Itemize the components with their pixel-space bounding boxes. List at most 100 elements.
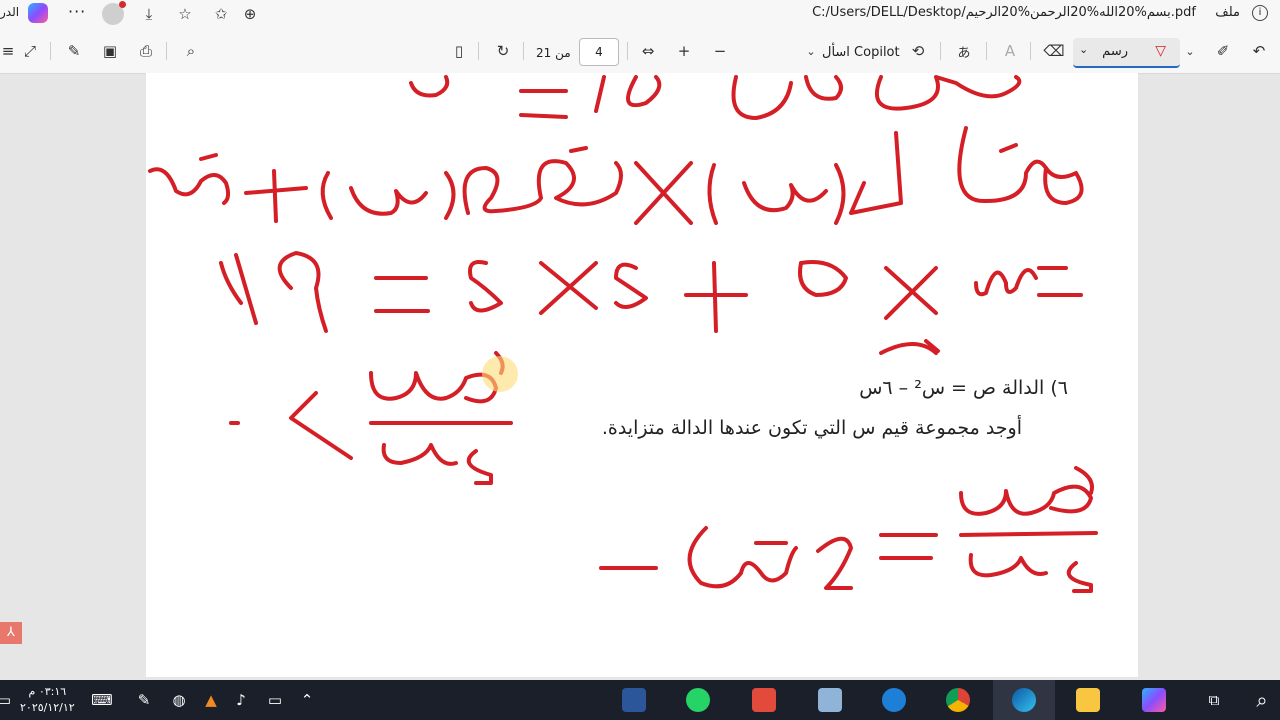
ink-stroke	[687, 526, 798, 589]
clock[interactable]: ٠٣:١٦ م ٢٠٢٥/١٢/١٢	[20, 684, 75, 716]
ink-stroke	[626, 75, 662, 108]
add-favorite-icon[interactable]: ✩	[211, 4, 231, 24]
ink-stroke	[804, 75, 843, 101]
divider	[986, 42, 987, 60]
file-explorer-icon[interactable]	[1076, 688, 1100, 712]
fit-width-icon[interactable]: ⇔	[638, 41, 658, 61]
file-label: ملف	[1215, 5, 1240, 20]
ink-stroke	[244, 169, 308, 223]
chevron-down-icon[interactable]: ⌄	[801, 41, 821, 61]
pdf-page: ٦) الدالة ص = س² – ٦س أوجد مجموعة قيم س …	[146, 73, 1138, 677]
ink-stroke	[444, 171, 456, 220]
ink-stroke	[742, 181, 828, 213]
chevron-down-icon[interactable]: ⌄	[1079, 43, 1088, 56]
chevron-down-icon[interactable]: ⌄	[1180, 41, 1200, 61]
zoom-icon[interactable]: ⊕	[240, 4, 260, 24]
ink-stroke	[148, 153, 231, 205]
ink-stroke	[798, 260, 848, 297]
url-text[interactable]: C:/Users/DELL/Desktop/بسم%20الله%20الرحم…	[812, 5, 1196, 20]
ink-stroke	[539, 261, 598, 315]
word-icon[interactable]	[622, 688, 646, 712]
save-icon[interactable]: ▣	[100, 41, 120, 61]
favorites-icon[interactable]: ☆	[175, 4, 195, 24]
task-view-icon[interactable]: ⧉	[1202, 688, 1226, 712]
ink-stroke	[320, 171, 333, 220]
address-bar: الدر ··· ⤓ ☆ ✩ ⊕ C:/Users/DELL/Desktop/ب…	[0, 0, 1280, 28]
search-icon[interactable]: ⌕	[181, 41, 201, 61]
zoom-in-icon[interactable]: +	[674, 41, 694, 61]
pen-icon[interactable]: ✎	[132, 688, 156, 712]
divider	[940, 42, 941, 60]
ie-icon[interactable]	[882, 688, 906, 712]
page-number-input[interactable]: 4	[579, 38, 619, 66]
download-icon[interactable]: ⤓	[139, 4, 159, 24]
divider	[50, 42, 51, 60]
fullscreen-icon[interactable]: ⤢	[20, 41, 40, 61]
ink-stroke	[684, 261, 748, 333]
question-6-prompt: أوجد مجموعة قيم س التي تكون عندها الدالة…	[601, 417, 1022, 439]
ink-stroke	[731, 75, 793, 120]
ink-stroke	[849, 131, 903, 215]
ink-stroke	[594, 75, 606, 113]
profile-icon[interactable]	[102, 1, 126, 25]
pdf-toolbar: ≡ ⤢ ✎ ▣ ⎙ ⌕ ▯ ↻ من 21 4 ⇔ + − ⌄ اسأل Cop…	[0, 28, 1280, 74]
ink-stroke	[374, 276, 430, 313]
ink-stroke	[957, 126, 1084, 205]
pointer-highlight	[482, 356, 518, 392]
ink-stroke	[816, 536, 853, 590]
notification-icon[interactable]: ▭	[0, 688, 16, 712]
vlc-icon[interactable]: ▲	[199, 688, 223, 712]
edge-icon[interactable]	[1012, 688, 1036, 712]
draw-label: رسم	[1102, 44, 1128, 59]
sidebar-label[interactable]: الدر	[0, 5, 19, 19]
ask-copilot-button[interactable]: اسأل Copilot	[822, 45, 900, 60]
contents-icon[interactable]: ≡	[0, 41, 18, 61]
page-view-icon[interactable]: ▯	[449, 41, 469, 61]
ink-stroke	[219, 253, 258, 325]
ink-stroke	[884, 266, 938, 320]
more-icon[interactable]: ···	[68, 2, 86, 21]
question-6-line: ٦) الدالة ص = س² – ٦س	[859, 377, 1068, 399]
eraser-icon[interactable]: ⌫	[1043, 41, 1064, 61]
ink-stroke	[614, 262, 648, 309]
search-icon[interactable]: ⌕	[1250, 688, 1274, 712]
battery-icon[interactable]: ▭	[263, 688, 287, 712]
rotate-icon[interactable]: ↻	[493, 41, 513, 61]
copilot-icon[interactable]: ⟲	[908, 41, 928, 61]
volume-icon[interactable]: ♪	[229, 688, 253, 712]
ink-stroke	[1037, 266, 1083, 297]
copilot-icon[interactable]	[28, 3, 48, 23]
ink-stroke	[381, 443, 493, 485]
divider	[166, 42, 167, 60]
pdf-app-icon[interactable]: ⅄	[0, 622, 22, 644]
screen-icon[interactable]	[818, 688, 842, 712]
pen-icon: ▽	[1155, 43, 1166, 59]
chevron-up-icon[interactable]: ⌃	[295, 688, 319, 712]
ink-stroke	[519, 89, 568, 119]
copilot-icon[interactable]	[1142, 688, 1166, 712]
ink-stroke	[409, 75, 450, 98]
keyboard-icon[interactable]: ⌨	[90, 688, 114, 712]
ink-stroke	[974, 268, 1038, 297]
globe-icon[interactable]: ◍	[167, 688, 191, 712]
info-icon[interactable]: i	[1252, 5, 1268, 21]
translate-icon[interactable]: あ	[954, 41, 974, 61]
page-count: من 21	[536, 46, 571, 60]
app-icon[interactable]	[752, 688, 776, 712]
ink-stroke	[879, 533, 938, 560]
save-as-icon[interactable]: ✎	[64, 41, 84, 61]
highlight-icon[interactable]: ✐	[1213, 41, 1233, 61]
ink-stroke	[289, 391, 353, 460]
print-icon[interactable]: ⎙	[136, 41, 156, 61]
read-aloud-icon[interactable]: A	[1000, 41, 1020, 61]
ink-stroke	[879, 339, 940, 355]
undo-icon[interactable]: ↶	[1249, 41, 1269, 61]
draw-button[interactable]: ⌄ رسم ▽	[1073, 38, 1180, 68]
date: ٢٠٢٥/١٢/١٢	[20, 701, 75, 714]
divider	[1030, 42, 1031, 60]
ink-stroke	[462, 146, 623, 215]
ink-stroke	[349, 186, 428, 216]
chrome-icon[interactable]	[946, 688, 970, 712]
zoom-out-icon[interactable]: −	[710, 41, 730, 61]
whatsapp-icon[interactable]	[686, 688, 710, 712]
